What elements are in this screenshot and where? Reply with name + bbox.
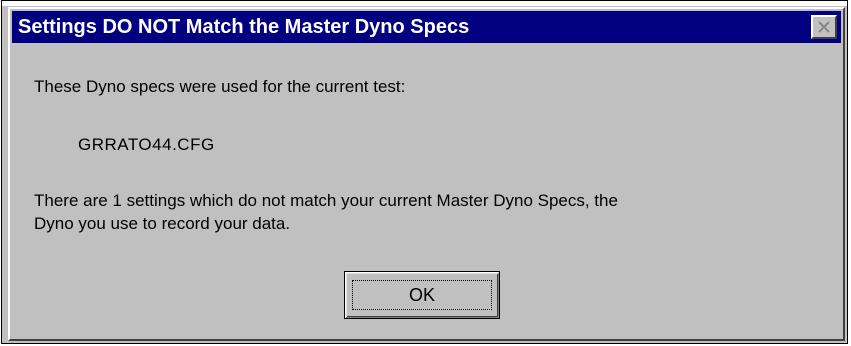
mismatch-message-line-1: There are 1 settings which do not match … — [34, 191, 618, 210]
mismatch-message: There are 1 settings which do not match … — [34, 189, 618, 235]
screenshot-frame: Settings DO NOT Match the Master Dyno Sp… — [1, 0, 848, 344]
background-window-strip — [2, 1, 847, 6]
close-button[interactable] — [811, 15, 837, 39]
ok-button[interactable]: OK — [344, 271, 500, 319]
message-dialog: Settings DO NOT Match the Master Dyno Sp… — [8, 7, 845, 341]
intro-message: These Dyno specs were used for the curre… — [34, 77, 406, 96]
ok-button-label: OK — [408, 284, 435, 305]
dialog-title: Settings DO NOT Match the Master Dyno Sp… — [18, 15, 470, 38]
title-bar[interactable]: Settings DO NOT Match the Master Dyno Sp… — [12, 11, 841, 43]
config-filename: GRRATO44.CFG — [78, 135, 215, 154]
close-icon — [818, 21, 830, 33]
mismatch-message-line-2: Dyno you use to record your data. — [34, 214, 291, 233]
